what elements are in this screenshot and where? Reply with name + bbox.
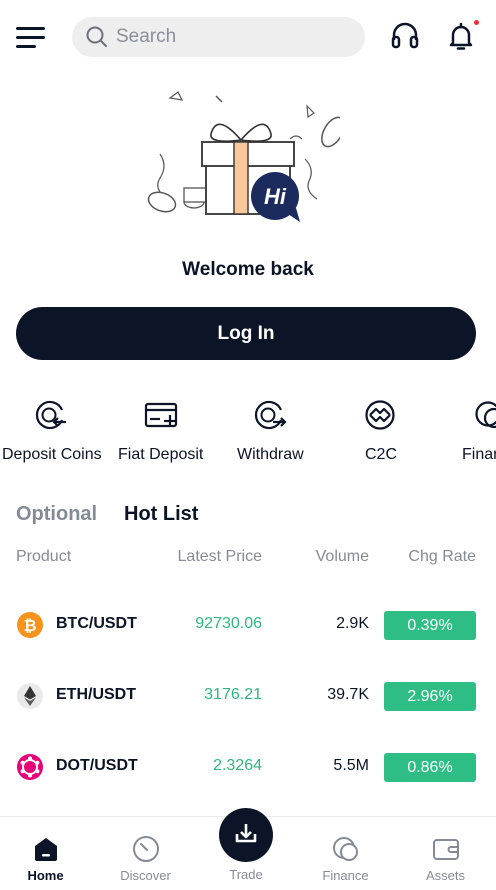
market-pair: DOT/USDT bbox=[56, 757, 138, 774]
wallet-icon bbox=[433, 839, 459, 860]
quick-action-label: C2C bbox=[365, 446, 398, 463]
column-volume: Volume bbox=[315, 548, 369, 565]
quick-action-label: Deposit Coins bbox=[2, 446, 102, 463]
market-price: 92730.06 bbox=[195, 615, 262, 632]
column-chg-rate: Chg Rate bbox=[408, 548, 476, 565]
market-change-badge: 0.86% bbox=[384, 753, 476, 782]
home-icon bbox=[35, 838, 57, 861]
nav-label: Home bbox=[27, 868, 64, 883]
hi-badge-text: Hi bbox=[264, 184, 287, 209]
market-row-eth[interactable]: ETH/USDT 3176.21 39.7K 2.96% bbox=[0, 674, 496, 718]
login-button[interactable]: Log In bbox=[16, 307, 476, 360]
nav-label: Assets bbox=[425, 868, 465, 883]
search-icon bbox=[86, 26, 107, 47]
finance-icon bbox=[333, 837, 358, 861]
c2c-icon bbox=[365, 400, 395, 430]
quick-action-label: Finar bbox=[462, 446, 496, 463]
column-latest-price: Latest Price bbox=[177, 548, 262, 565]
quick-action-label: Fiat Deposit bbox=[118, 446, 204, 463]
nav-discover[interactable]: Discover bbox=[96, 817, 195, 890]
quick-action-label: Withdraw bbox=[237, 446, 304, 463]
support-button[interactable] bbox=[390, 21, 420, 51]
dot-icon bbox=[17, 754, 43, 780]
search-input[interactable]: Search bbox=[72, 17, 365, 57]
nav-label: Discover bbox=[120, 868, 171, 883]
btc-icon: ₿ bbox=[17, 612, 43, 638]
nav-assets[interactable]: Assets bbox=[396, 817, 495, 890]
market-row-btc[interactable]: ₿ BTC/USDT 92730.06 2.9K 0.39% bbox=[0, 603, 496, 647]
market-change-badge: 2.96% bbox=[384, 682, 476, 711]
market-pair: BTC/USDT bbox=[56, 615, 137, 632]
welcome-text: Welcome back bbox=[182, 259, 314, 280]
nav-trade-label: Trade bbox=[229, 867, 263, 882]
market-volume: 39.7K bbox=[327, 686, 369, 703]
quick-action-deposit-coins[interactable]: Deposit Coins bbox=[0, 396, 104, 472]
menu-button[interactable] bbox=[16, 25, 46, 49]
nav-label: Finance bbox=[322, 868, 369, 883]
withdraw-icon bbox=[254, 400, 287, 430]
finance-icon bbox=[475, 401, 496, 429]
top-bar: Search bbox=[0, 0, 496, 76]
tab-optional[interactable]: Optional bbox=[16, 503, 97, 526]
market-pair: ETH/USDT bbox=[56, 686, 136, 703]
market-volume: 5.5M bbox=[333, 757, 369, 774]
market-change-badge: 0.39% bbox=[384, 611, 476, 640]
quick-action-fiat-deposit[interactable]: Fiat Deposit bbox=[112, 396, 212, 472]
notifications-button[interactable] bbox=[446, 21, 476, 51]
hamburger-menu-icon bbox=[16, 27, 45, 48]
trade-icon bbox=[235, 824, 257, 843]
deposit-coins-icon bbox=[35, 400, 66, 430]
nav-trade-button[interactable] bbox=[219, 808, 273, 862]
search-placeholder: Search bbox=[116, 26, 177, 47]
column-product: Product bbox=[16, 548, 72, 565]
svg-text:₿: ₿ bbox=[23, 616, 36, 635]
eth-icon bbox=[17, 683, 43, 709]
gift-illustration: Hi bbox=[147, 91, 340, 222]
quick-action-c2c[interactable]: C2C bbox=[350, 396, 412, 472]
market-price: 3176.21 bbox=[204, 686, 262, 703]
quick-action-withdraw[interactable]: Withdraw bbox=[228, 396, 314, 472]
bell-icon bbox=[449, 22, 473, 50]
nav-finance[interactable]: Finance bbox=[296, 817, 395, 890]
discover-icon bbox=[133, 836, 159, 862]
quick-action-finance[interactable]: Finar bbox=[460, 396, 496, 472]
notification-dot bbox=[474, 20, 479, 25]
fiat-deposit-icon bbox=[144, 402, 178, 428]
market-row-dot[interactable]: DOT/USDT 2.3264 5.5M 0.86% bbox=[0, 745, 496, 789]
market-volume: 2.9K bbox=[336, 615, 369, 632]
tab-hot-list[interactable]: Hot List bbox=[124, 503, 198, 526]
market-price: 2.3264 bbox=[213, 757, 262, 774]
headset-icon bbox=[391, 22, 419, 49]
nav-home[interactable]: Home bbox=[0, 817, 95, 890]
